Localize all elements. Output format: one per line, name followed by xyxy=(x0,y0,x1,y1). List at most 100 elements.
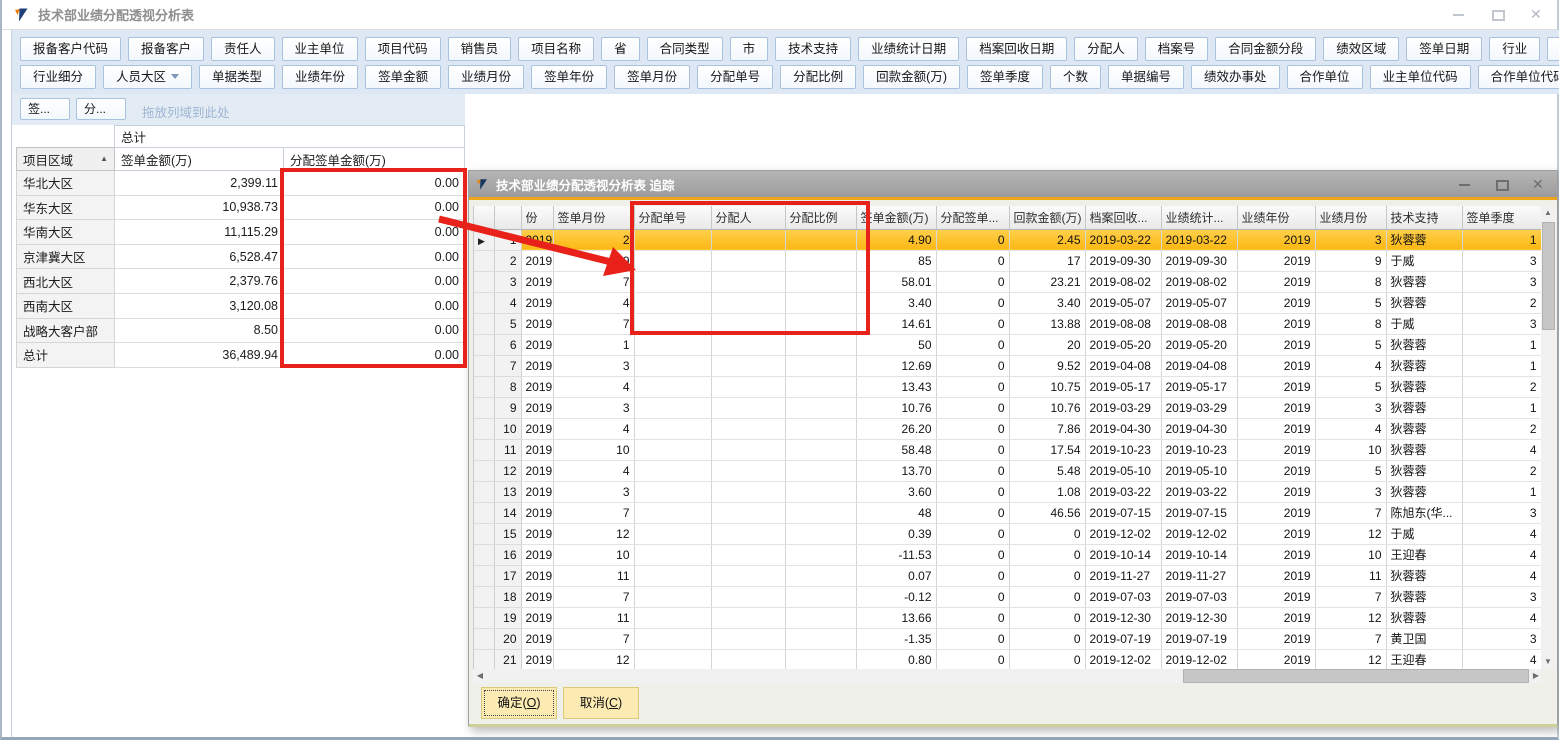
pivot-value-cell[interactable]: 0.00 xyxy=(284,244,465,269)
grid-cell[interactable]: 13.66 xyxy=(856,607,936,628)
pivot-value-cell[interactable]: 11,115.29 xyxy=(115,220,284,245)
grid-cell[interactable]: 5 xyxy=(1315,460,1386,481)
pivot-value-cell[interactable]: 0.00 xyxy=(284,195,465,220)
grid-cell[interactable]: 85 xyxy=(856,250,936,271)
grid-cell[interactable]: 12 xyxy=(553,649,634,669)
grid-cell[interactable] xyxy=(785,544,856,565)
grid-cell[interactable]: 2019-10-14 xyxy=(1085,544,1161,565)
grid-cell[interactable]: 2019 xyxy=(521,418,553,439)
grid-cell[interactable]: 2019-07-15 xyxy=(1161,502,1237,523)
field-button[interactable]: 省 xyxy=(601,37,640,61)
grid-cell[interactable]: 2019 xyxy=(1237,628,1315,649)
grid-cell[interactable]: 4 xyxy=(1462,607,1541,628)
grid-cell[interactable]: 2019-12-30 xyxy=(1161,607,1237,628)
grid-cell[interactable]: 2019-05-10 xyxy=(1161,460,1237,481)
row-number-cell[interactable]: 11 xyxy=(494,439,521,460)
pivot-value-cell[interactable]: 0.00 xyxy=(284,343,465,368)
grid-cell[interactable] xyxy=(634,334,711,355)
grid-cell[interactable] xyxy=(634,313,711,334)
grid-cell[interactable]: -1.35 xyxy=(856,628,936,649)
grid-cell[interactable]: 4 xyxy=(1462,523,1541,544)
grid-cell[interactable]: 0 xyxy=(936,271,1009,292)
grid-cell[interactable]: 48 xyxy=(856,502,936,523)
scroll-left-icon[interactable] xyxy=(473,669,487,683)
grid-cell[interactable]: 3 xyxy=(553,481,634,502)
grid-row[interactable]: 142019748046.562019-07-152019-07-1520197… xyxy=(474,502,1541,523)
grid-column-header[interactable]: 档案回收... xyxy=(1085,206,1161,229)
row-number-cell[interactable]: 3 xyxy=(494,271,521,292)
grid-cell[interactable] xyxy=(711,439,785,460)
grid-cell[interactable]: 4 xyxy=(1462,544,1541,565)
grid-cell[interactable]: 2019 xyxy=(521,502,553,523)
grid-cell[interactable]: 3.40 xyxy=(1009,292,1085,313)
field-button[interactable]: 业主单位 xyxy=(282,37,358,61)
grid-cell[interactable]: 1 xyxy=(1462,397,1541,418)
grid-cell[interactable]: 0 xyxy=(936,544,1009,565)
grid-cell[interactable] xyxy=(711,544,785,565)
field-button[interactable]: 绩效办事处 xyxy=(1191,65,1280,89)
grid-cell[interactable]: 13.88 xyxy=(1009,313,1085,334)
grid-cell[interactable]: 10.76 xyxy=(856,397,936,418)
grid-cell[interactable] xyxy=(785,271,856,292)
grid-cell[interactable] xyxy=(785,607,856,628)
grid-cell[interactable]: 狄蓉蓉 xyxy=(1386,376,1462,397)
grid-cell[interactable]: 0 xyxy=(936,376,1009,397)
grid-cell[interactable]: 0 xyxy=(936,628,1009,649)
grid-cell[interactable]: 7 xyxy=(553,628,634,649)
grid-cell[interactable]: 2019-11-27 xyxy=(1161,565,1237,586)
grid-cell[interactable]: 11 xyxy=(553,607,634,628)
grid-cell[interactable] xyxy=(785,355,856,376)
scroll-right-icon[interactable] xyxy=(1529,669,1543,683)
grid-cell[interactable]: 7 xyxy=(553,271,634,292)
grid-cell[interactable] xyxy=(785,250,856,271)
field-button[interactable]: 业主单位代码 xyxy=(1370,65,1471,89)
grid-cell[interactable]: 2019-12-02 xyxy=(1161,523,1237,544)
grid-cell[interactable]: 3 xyxy=(1462,502,1541,523)
grid-cell[interactable] xyxy=(711,481,785,502)
field-button[interactable]: 绩效区域 xyxy=(1323,37,1399,61)
grid-cell[interactable]: 2019-10-23 xyxy=(1161,439,1237,460)
grid-cell[interactable]: 2019-11-27 xyxy=(1085,565,1161,586)
pivot-row-label[interactable]: 战略大客户部 xyxy=(17,318,115,343)
grid-cell[interactable]: 2019-08-08 xyxy=(1085,313,1161,334)
grid-cell[interactable]: 0 xyxy=(936,418,1009,439)
grid-cell[interactable]: 4 xyxy=(1462,565,1541,586)
grid-cell[interactable]: 0 xyxy=(1009,607,1085,628)
grid-cell[interactable]: 2019 xyxy=(521,334,553,355)
grid-cell[interactable]: 2019 xyxy=(1237,523,1315,544)
grid-cell[interactable] xyxy=(634,607,711,628)
grid-cell[interactable] xyxy=(785,397,856,418)
grid-cell[interactable] xyxy=(785,523,856,544)
grid-cell[interactable]: 2019-12-02 xyxy=(1085,649,1161,669)
scroll-up-icon[interactable] xyxy=(1541,206,1555,220)
field-button[interactable]: 分配人 xyxy=(1074,37,1138,61)
row-number-cell[interactable]: 4 xyxy=(494,292,521,313)
pivot-value-cell[interactable]: 3,120.08 xyxy=(115,293,284,318)
grid-row[interactable]: 212019120.80002019-12-022019-12-02201912… xyxy=(474,649,1541,669)
grid-cell[interactable] xyxy=(634,355,711,376)
grid-cell[interactable]: 2019 xyxy=(521,376,553,397)
row-number-cell[interactable]: 19 xyxy=(494,607,521,628)
grid-row[interactable]: 52019714.61013.882019-08-082019-08-08201… xyxy=(474,313,1541,334)
pivot-value-cell[interactable]: 0.00 xyxy=(284,293,465,318)
grid-cell[interactable]: 1.08 xyxy=(1009,481,1085,502)
dialog-maximize-icon[interactable] xyxy=(1495,178,1508,191)
field-button[interactable]: 个数 xyxy=(1050,65,1101,89)
grid-cell[interactable]: 2019-07-03 xyxy=(1085,586,1161,607)
grid-cell[interactable]: 2019 xyxy=(521,523,553,544)
field-button[interactable]: 合作单位代码 xyxy=(1478,65,1559,89)
field-button[interactable]: 项目代码 xyxy=(365,37,441,61)
horizontal-scrollbar[interactable] xyxy=(473,669,1541,683)
field-button[interactable]: 合同金额分段 xyxy=(1215,37,1316,61)
grid-cell[interactable]: 2019 xyxy=(1237,586,1315,607)
grid-cell[interactable] xyxy=(711,607,785,628)
grid-cell[interactable]: 13.70 xyxy=(856,460,936,481)
grid-row[interactable]: 1820197-0.12002019-07-032019-07-0320197狄… xyxy=(474,586,1541,607)
field-button[interactable]: 签单金额 xyxy=(365,65,441,89)
grid-cell[interactable]: 2019-05-07 xyxy=(1085,292,1161,313)
grid-cell[interactable]: 2019-08-08 xyxy=(1161,313,1237,334)
grid-cell[interactable]: 狄蓉蓉 xyxy=(1386,271,1462,292)
grid-cell[interactable]: 3 xyxy=(1462,586,1541,607)
grid-cell[interactable]: 10 xyxy=(1315,544,1386,565)
dialog-minimize-icon[interactable] xyxy=(1458,178,1471,191)
